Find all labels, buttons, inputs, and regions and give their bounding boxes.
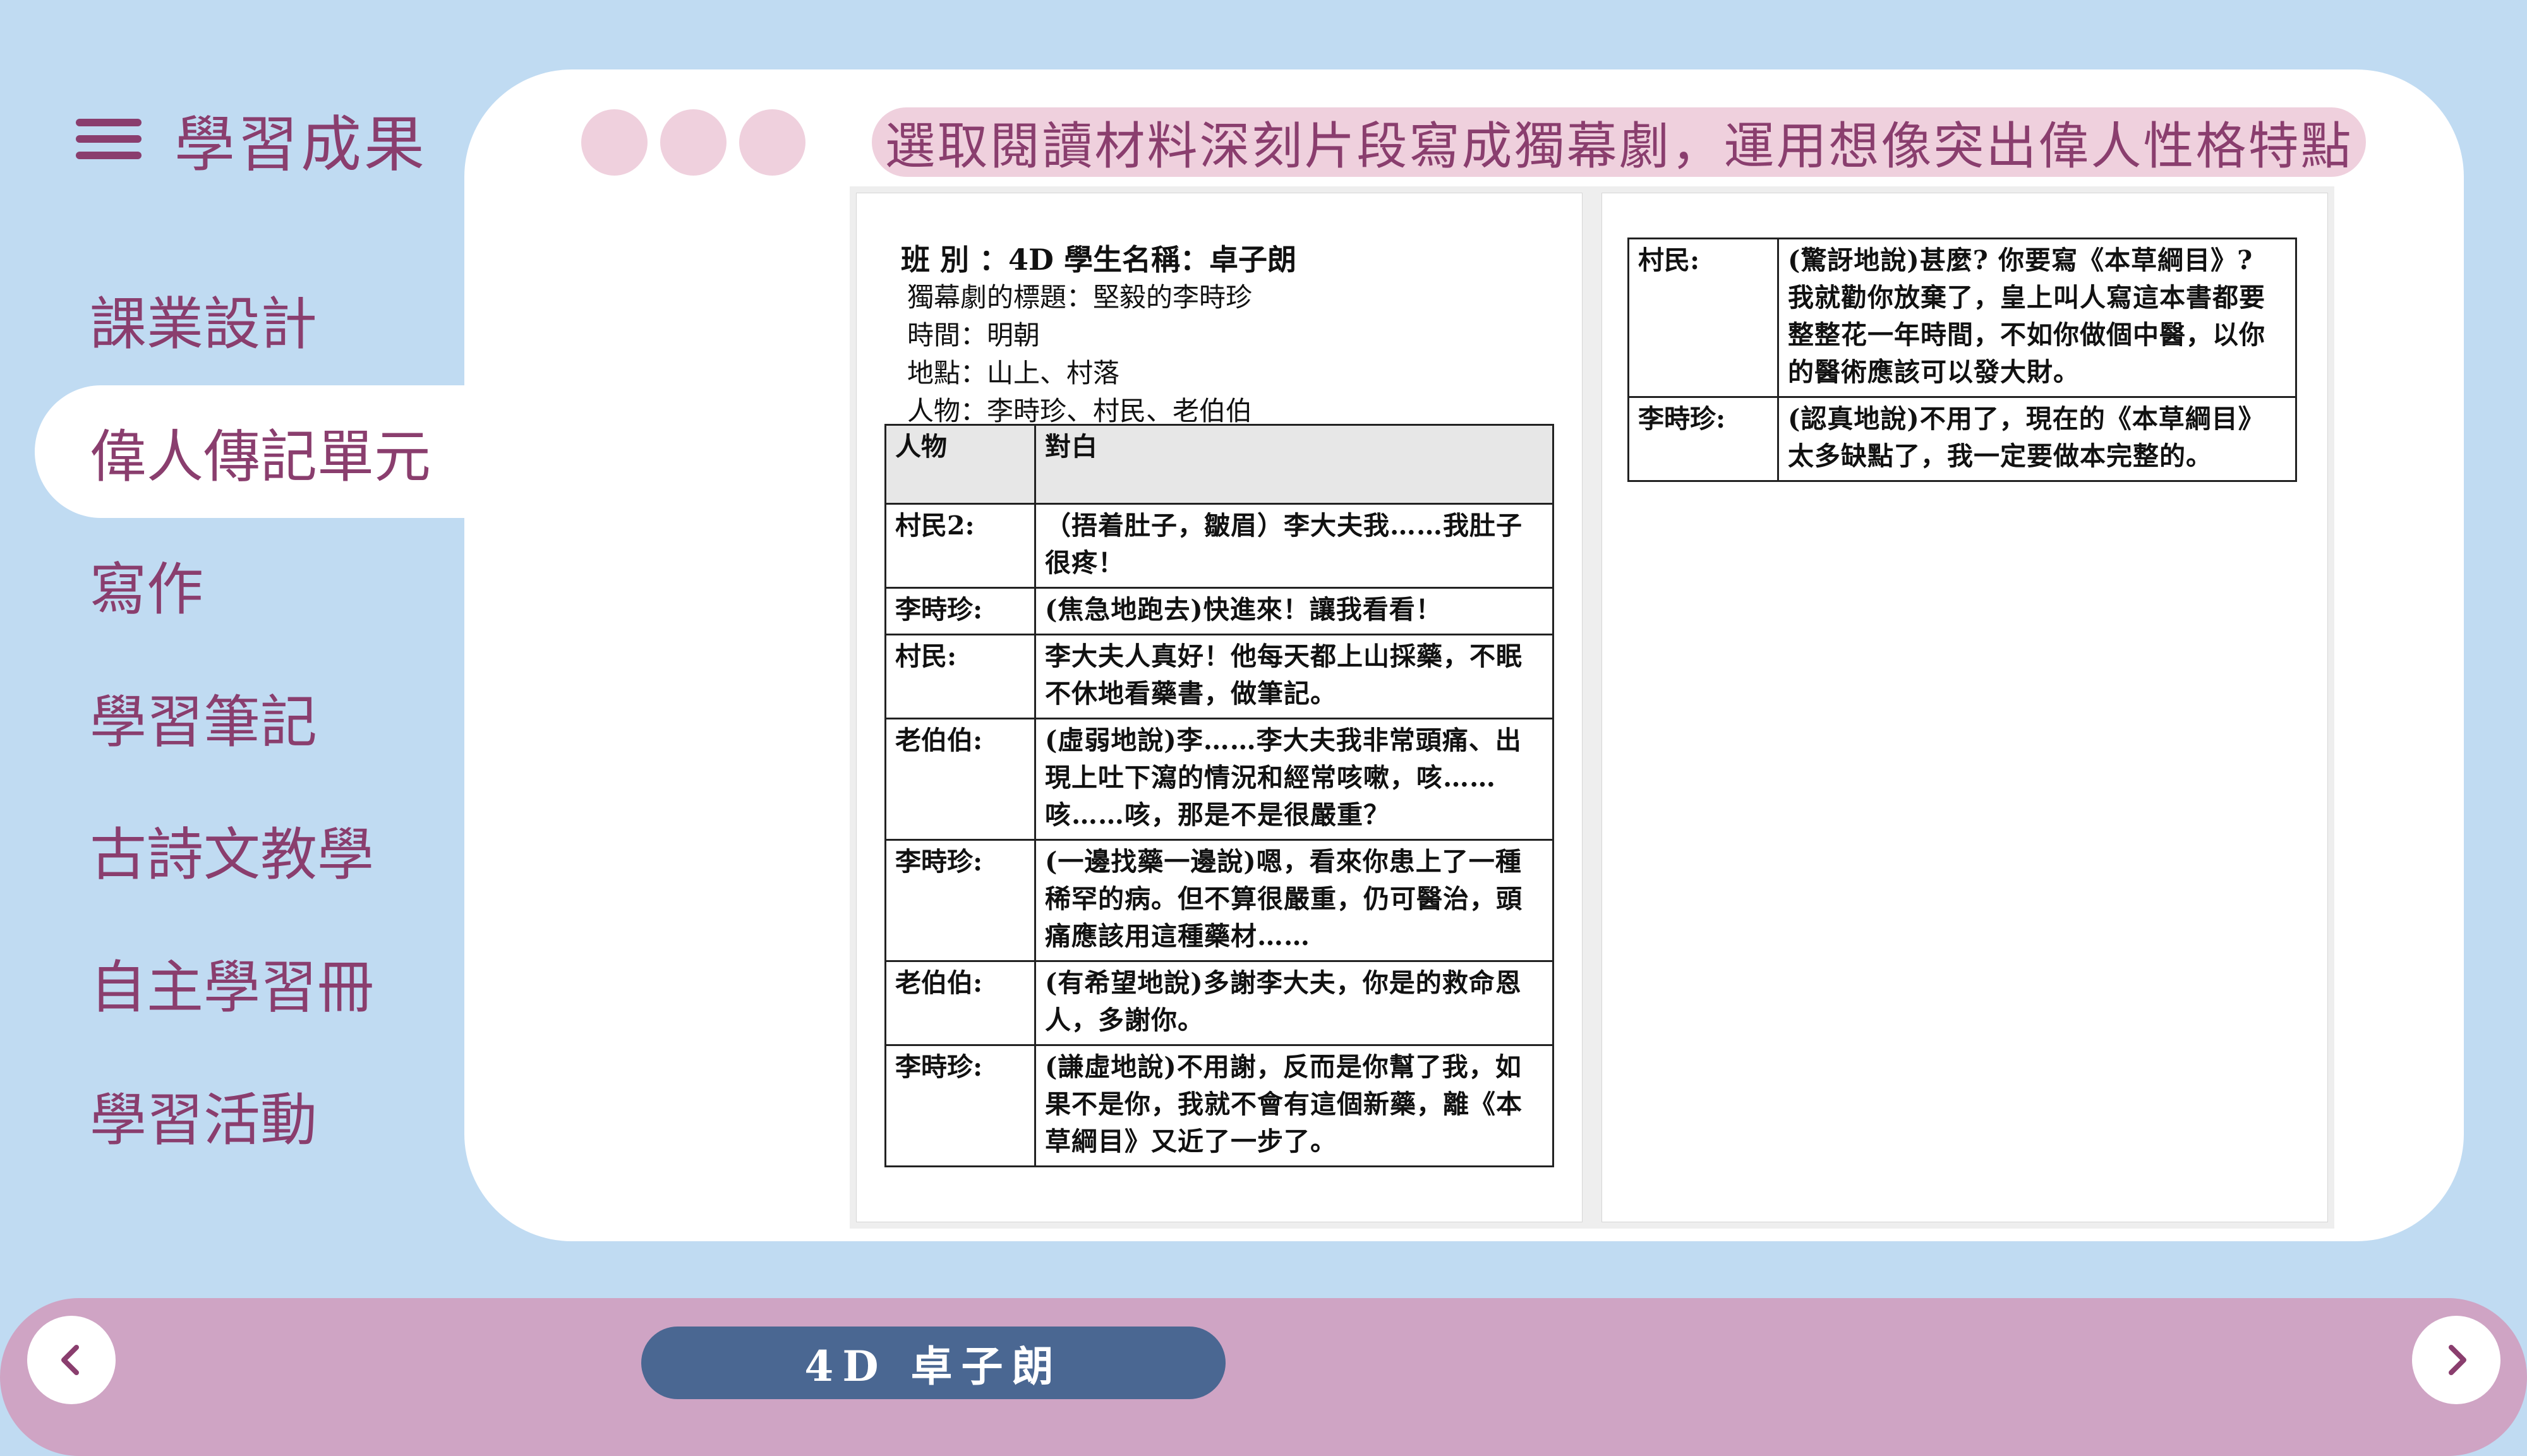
script-title-line: 獨幕劇的標題：堅毅的李時珍 (907, 282, 1253, 313)
row-line: (有希望地說)多謝李大夫，你是的救命恩人，多謝你。 (1034, 960, 1554, 1046)
row-speaker: 村民: (884, 634, 1036, 719)
header-speaker: 人物 (884, 424, 1036, 505)
table-row: 村民: 李大夫人真好！他每天都上山採藥，不眠不休地看藥書，做筆記。 (884, 634, 1554, 719)
sidebar-item-learning-activities[interactable]: 學習活動 (0, 1049, 464, 1181)
row-speaker: 村民2: (884, 503, 1036, 589)
student-name-pill: 4D 卓子朗 (641, 1327, 1226, 1399)
sidebar-nav: 課業設計 偉人傳記單元 寫作 學習筆記 古詩文教學 自主學習冊 學習活動 (0, 253, 464, 1181)
script-time-line: 時間：明朝 (907, 320, 1040, 351)
row-line: (認真地說)不用了，現在的《本草綱目》太多缺點了，我一定要做本完整的。 (1777, 396, 2297, 482)
row-speaker: 村民: (1627, 238, 1779, 398)
table-row: 李時珍: (謙虛地說)不用謝，反而是你幫了我，如果不是你，我就不會有這個新藥，離… (884, 1044, 1554, 1167)
table-row: 村民: (驚訝地說)甚麼? 你要寫《本草綱目》? 我就勸你放棄了，皇上叫人寫這本… (1627, 238, 2297, 398)
dialogue-table-right: 村民: (驚訝地說)甚麼? 你要寫《本草綱目》? 我就勸你放棄了，皇上叫人寫這本… (1627, 238, 2297, 482)
page-headline: 選取閱讀材料深刻片段寫成獨幕劇，運用想像突出偉人性格特點 (872, 107, 2366, 177)
hamburger-menu-icon[interactable] (76, 119, 142, 159)
script-place-line: 地點：山上、村落 (907, 358, 1120, 388)
row-line: （捂着肚子，皺眉）李大夫我……我肚子很疼！ (1034, 503, 1554, 589)
class-student-line: 班 別 ：4D 學生名稱：卓子朗 (901, 243, 1296, 277)
chevron-right-icon (2449, 1345, 2466, 1375)
sidebar-item-writing[interactable]: 寫作 (0, 518, 464, 651)
dot-decoration (660, 109, 727, 176)
chevron-left-icon (61, 1345, 79, 1375)
dialogue-table-left: 人物 對白 村民2: （捂着肚子，皺眉）李大夫我……我肚子很疼！ 李時珍: (焦… (884, 424, 1554, 1167)
table-row: 村民2: （捂着肚子，皺眉）李大夫我……我肚子很疼！ (884, 503, 1554, 589)
row-line: 李大夫人真好！他每天都上山採藥，不眠不休地看藥書，做筆記。 (1034, 634, 1554, 719)
row-line: (虛弱地說)李……李大夫我非常頭痛、出現上吐下瀉的情況和經常咳嗽，咳……咳……咳… (1034, 718, 1554, 841)
row-speaker: 李時珍: (884, 1044, 1036, 1167)
sidebar-item-study-notes[interactable]: 學習筆記 (0, 651, 464, 783)
table-row: 李時珍: (一邊找藥一邊說)嗯，看來你患上了一種稀罕的病。但不算很嚴重，仍可醫治… (884, 839, 1554, 962)
bottom-navigation-bar (0, 1298, 2527, 1456)
row-speaker: 李時珍: (884, 587, 1036, 635)
row-speaker: 老伯伯: (884, 718, 1036, 841)
row-speaker: 李時珍: (884, 839, 1036, 962)
previous-button[interactable] (27, 1316, 116, 1404)
row-line: (謙虛地說)不用謝，反而是你幫了我，如果不是你，我就不會有這個新藥，離《本草綱目… (1034, 1044, 1554, 1167)
row-line: (驚訝地說)甚麼? 你要寫《本草綱目》? 我就勸你放棄了，皇上叫人寫這本書都要整… (1777, 238, 2297, 398)
sidebar-title: 學習成果 (174, 109, 427, 180)
header-line: 對白 (1034, 424, 1554, 505)
row-speaker: 老伯伯: (884, 960, 1036, 1046)
table-row: 李時珍: (焦急地跑去)快進來！讓我看看！ (884, 587, 1554, 635)
document-page-left: 班 別 ：4D 學生名稱：卓子朗 獨幕劇的標題：堅毅的李時珍 時間：明朝 地點：… (856, 193, 1583, 1222)
dot-decoration (581, 109, 648, 176)
table-row: 老伯伯: (有希望地說)多謝李大夫，你是的救命恩人，多謝你。 (884, 960, 1554, 1046)
table-row: 老伯伯: (虛弱地說)李……李大夫我非常頭痛、出現上吐下瀉的情況和經常咳嗽，咳…… (884, 718, 1554, 841)
sidebar-item-biography-unit[interactable]: 偉人傳記單元 (35, 385, 464, 518)
document-viewer: 班 別 ：4D 學生名稱：卓子朗 獨幕劇的標題：堅毅的李時珍 時間：明朝 地點：… (850, 186, 2334, 1229)
next-button[interactable] (2412, 1316, 2500, 1404)
document-page-right: 村民: (驚訝地說)甚麼? 你要寫《本草綱目》? 我就勸你放棄了，皇上叫人寫這本… (1601, 193, 2328, 1222)
dot-decoration (739, 109, 805, 176)
sidebar-header: 學習成果 (76, 98, 427, 180)
sidebar-item-self-study-book[interactable]: 自主學習冊 (0, 916, 464, 1049)
sidebar-item-classical-poetry[interactable]: 古詩文教學 (0, 783, 464, 916)
script-meta: 班 別 ：4D 學生名稱：卓子朗 獨幕劇的標題：堅毅的李時珍 時間：明朝 地點：… (901, 241, 1296, 430)
window-dots (581, 109, 805, 176)
row-speaker: 李時珍: (1627, 396, 1779, 482)
sidebar-item-course-design[interactable]: 課業設計 (0, 253, 464, 385)
row-line: (一邊找藥一邊說)嗯，看來你患上了一種稀罕的病。但不算很嚴重，仍可醫治，頭痛應該… (1034, 839, 1554, 962)
table-header-row: 人物 對白 (884, 424, 1554, 505)
table-row: 李時珍: (認真地說)不用了，現在的《本草綱目》太多缺點了，我一定要做本完整的。 (1627, 396, 2297, 482)
row-line: (焦急地跑去)快進來！讓我看看！ (1034, 587, 1554, 635)
